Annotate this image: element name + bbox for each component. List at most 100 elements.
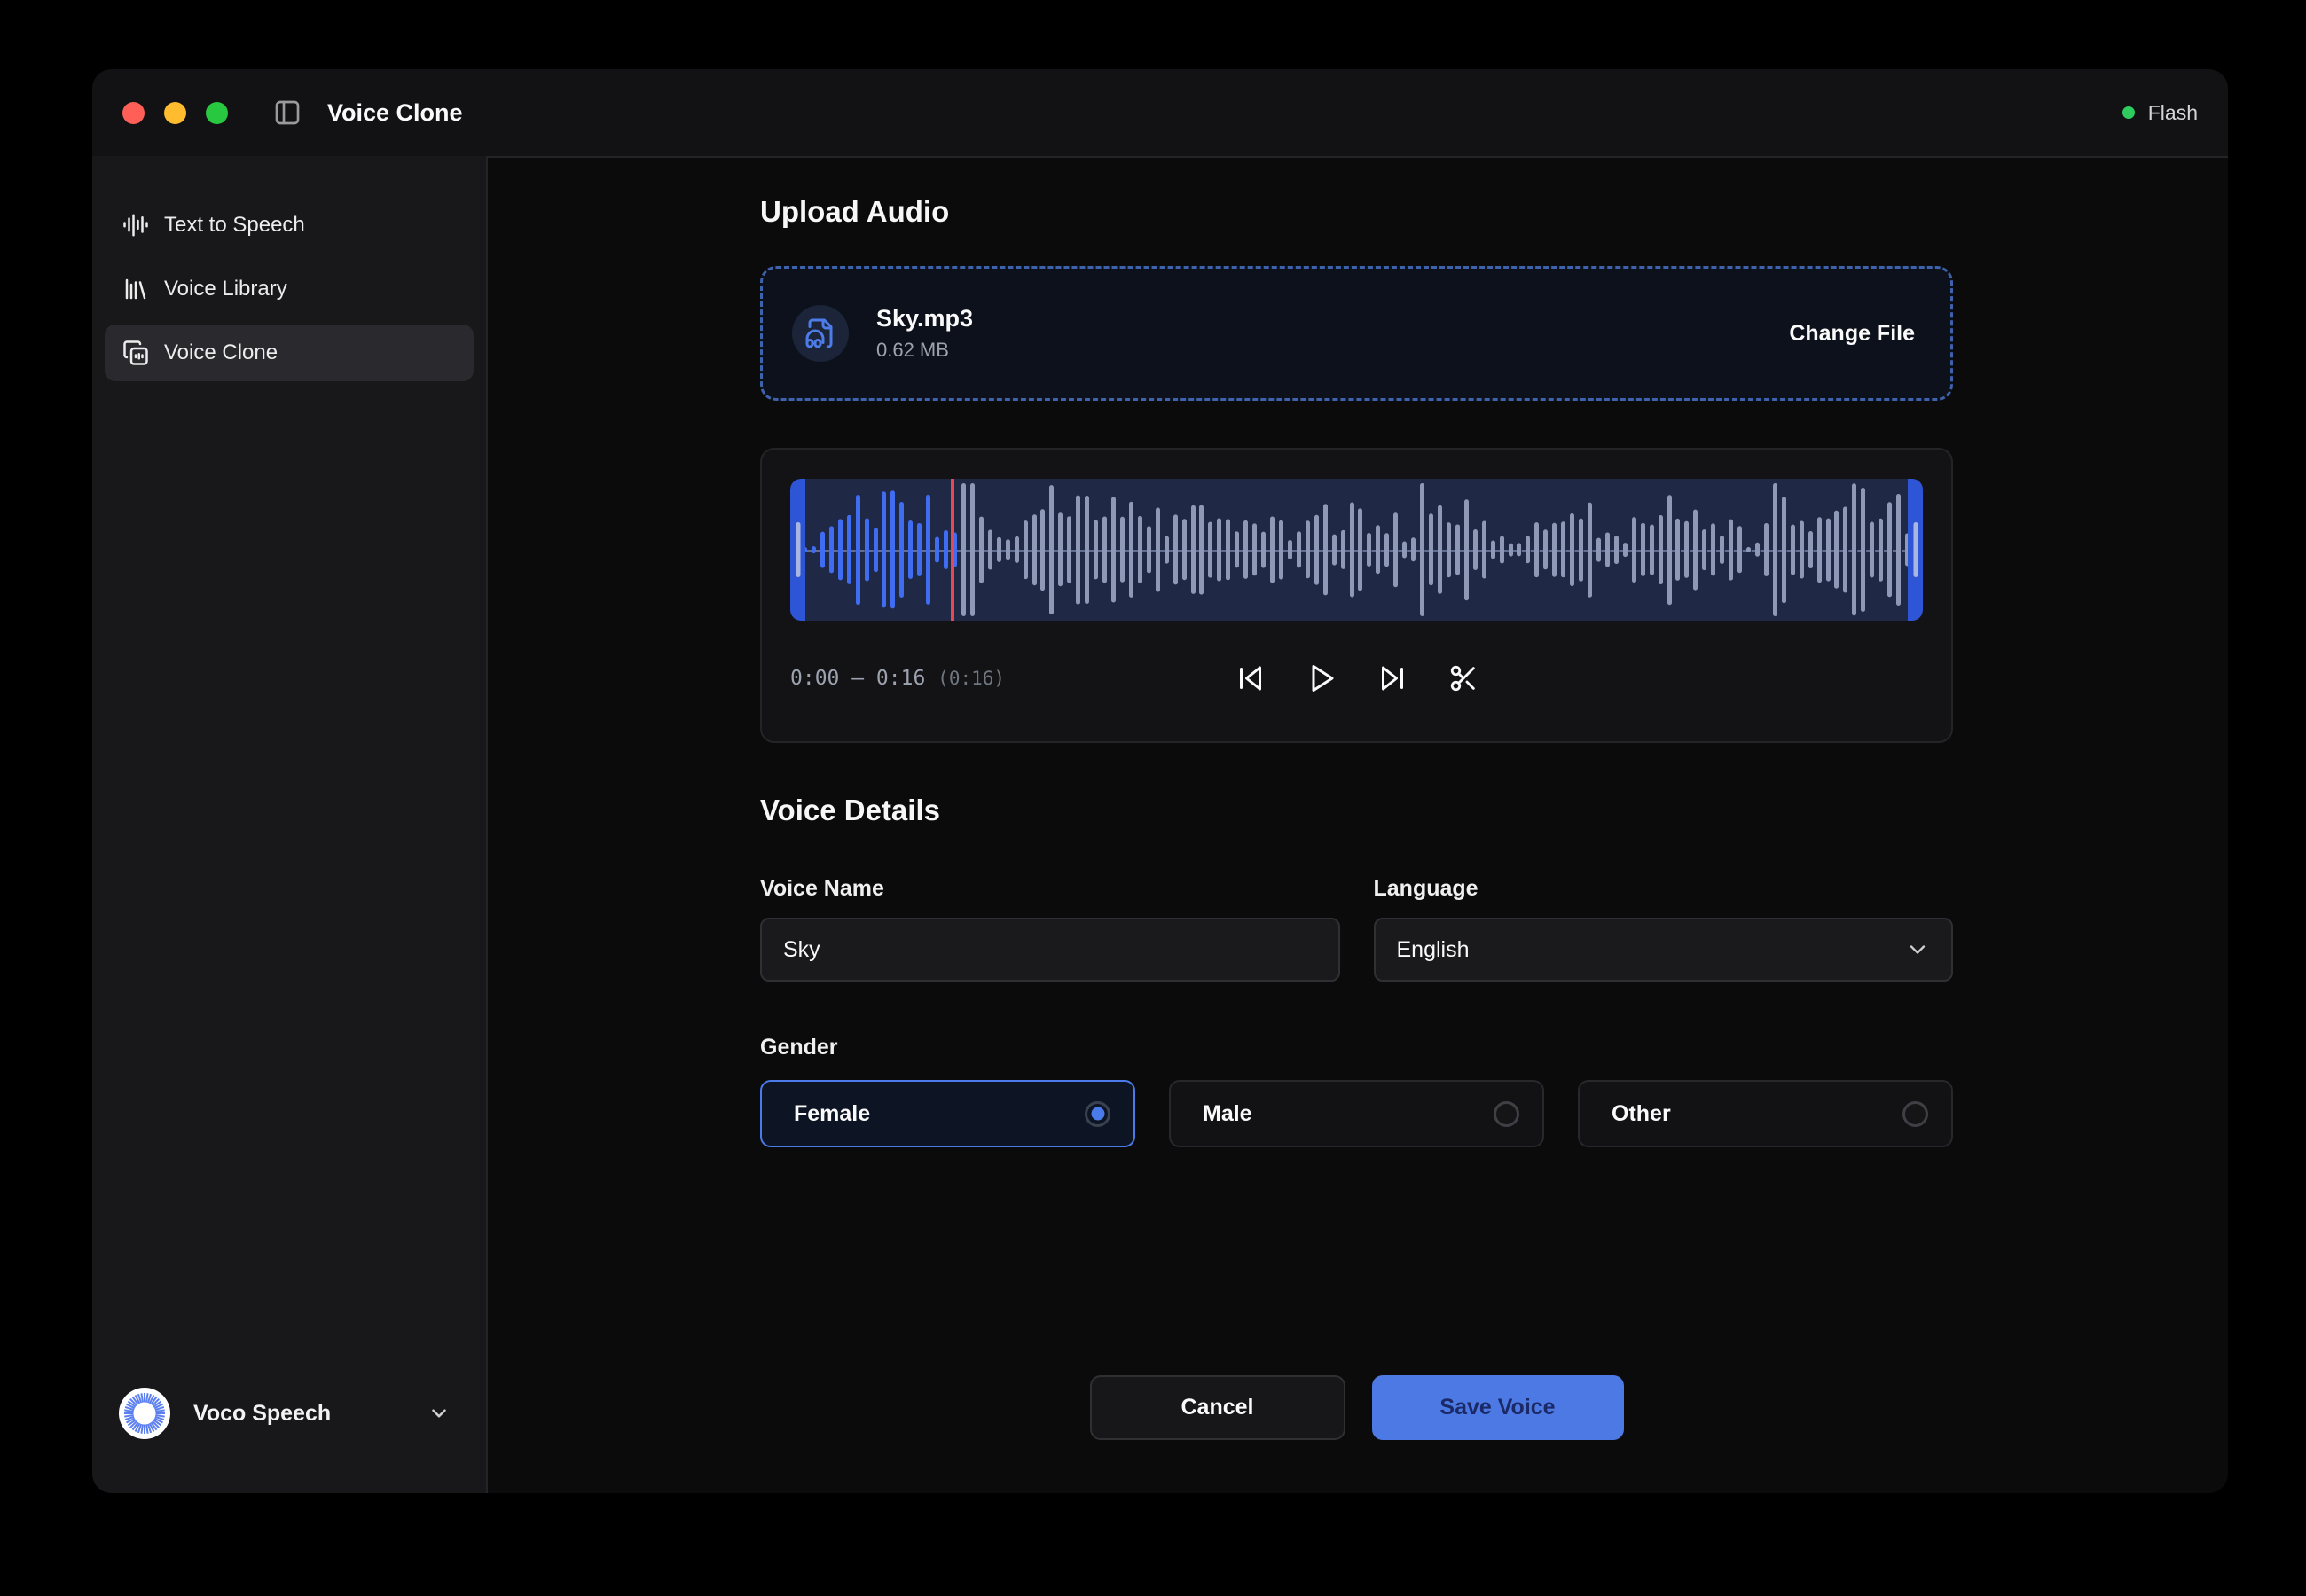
waveform-bar [1270,517,1275,583]
waveform-bar [1358,508,1362,591]
playhead[interactable] [951,479,954,621]
waveform-bar [1085,496,1089,604]
trim-handle-left[interactable] [790,479,805,621]
waveform-bar [917,523,922,576]
sidebar-toggle-button[interactable] [272,98,302,128]
sidebar-item-voice-clone[interactable]: Voice Clone [105,325,474,381]
waveform-bar [838,519,843,580]
waveform-bar [1817,517,1822,583]
language-field: Language English [1374,876,1954,982]
traffic-lights [122,102,228,124]
waveform-bar [1852,483,1856,615]
waveform-bar [1800,521,1804,579]
waveform-bar [1306,520,1310,578]
waveform-bar [1367,533,1371,567]
status-dot-icon [2122,106,2135,119]
chevron-down-icon [1905,937,1930,962]
waveform-bar [908,520,913,579]
waveform-bar [1887,502,1892,597]
sidebar-item-text-to-speech[interactable]: Text to Speech [105,197,474,254]
language-select[interactable]: English [1374,918,1954,982]
waveform-bar [1720,536,1724,564]
voice-name-input[interactable]: Sky [760,918,1340,982]
waveform-bar [1102,516,1107,583]
waveform-bar [1173,514,1178,584]
waveform-bar [1896,494,1901,606]
waveform-bar [1182,519,1187,580]
waveform-bar [1641,523,1645,576]
waveform-bar [1217,519,1221,582]
close-window-button[interactable] [122,102,145,124]
waveform-bar [1491,541,1495,559]
workspace-logo-icon [119,1388,170,1439]
waveform-bar [1482,520,1486,578]
save-voice-button[interactable]: Save Voice [1372,1375,1624,1440]
language-label: Language [1374,876,1954,902]
waveform-bar [1782,497,1786,603]
waveform-bar [1438,505,1442,594]
play-button[interactable] [1300,657,1343,700]
waveform-bar [1773,483,1777,616]
waveform-bar [935,536,939,562]
waveform-bar [1632,517,1636,583]
radio-selected-icon [1085,1101,1110,1127]
audio-lines-icon [122,212,149,239]
audio-file-badge [792,305,849,362]
waveform-bar [1675,519,1680,581]
skip-forward-button[interactable] [1371,657,1414,700]
change-file-button[interactable]: Change File [1789,312,1915,356]
sidebar-item-voice-library[interactable]: Voice Library [105,261,474,317]
waveform-bar [1755,543,1760,557]
waveform-bar [1191,505,1196,594]
waveform-bar [1199,505,1204,595]
waveform-bar [1252,523,1257,575]
library-icon [122,276,149,302]
voice-name-value: Sky [783,937,820,963]
sidebar-item-label: Voice Clone [164,340,278,365]
waveform-bar [899,502,904,598]
waveform-bar [926,495,930,605]
zoom-window-button[interactable] [206,102,228,124]
waveform-bar [1500,536,1504,564]
trim-button[interactable] [1442,657,1485,700]
waveform-bar [1746,547,1751,552]
waveform-bar [1279,520,1283,580]
waveform-bar [1411,537,1416,561]
play-icon [1306,662,1337,694]
waveform[interactable] [790,479,1923,621]
trim-handle-grip [796,522,800,577]
file-name: Sky.mp3 [876,305,973,332]
waveform-bar [1659,515,1663,584]
waveform-bar [890,490,895,608]
waveform-bar [1067,516,1071,583]
language-value: English [1397,937,1470,963]
sidebar-nav: Text to Speech Voice Library Voice Clone [105,197,474,381]
scissors-icon [1448,663,1479,693]
gender-options: Female Male Other [760,1080,1953,1147]
minimize-window-button[interactable] [164,102,186,124]
trim-handle-right[interactable] [1908,479,1923,621]
sidebar-item-label: Voice Library [164,277,287,301]
waveform-bar [1623,543,1628,557]
waveform-bar [1332,535,1337,566]
skip-back-button[interactable] [1229,657,1272,700]
waveform-bar [1570,513,1574,586]
workspace-switcher[interactable]: Voco Speech [105,1383,474,1443]
waveform-bar [1384,533,1389,567]
app-window: Voice Clone Flash Text to Speech Voice L… [92,69,2228,1493]
waveform-bar [1596,538,1601,562]
waveform-bar [812,546,816,553]
waveform-bar [1120,517,1125,583]
gender-option-other[interactable]: Other [1578,1080,1953,1147]
time-total: (0:16) [937,668,1005,689]
upload-dropzone[interactable]: Sky.mp3 0.62 MB Change File [760,266,1953,401]
gender-option-male[interactable]: Male [1169,1080,1544,1147]
gender-option-female[interactable]: Female [760,1080,1135,1147]
waveform-bar [1861,488,1865,612]
waveform-bar [1393,512,1398,587]
waveform-bar [1243,520,1248,579]
waveform-bar [1024,520,1028,579]
cancel-button[interactable]: Cancel [1090,1375,1345,1440]
audio-player-card: 0:00 — 0:16 (0:16) [760,448,1953,743]
waveform-bar [865,518,869,581]
